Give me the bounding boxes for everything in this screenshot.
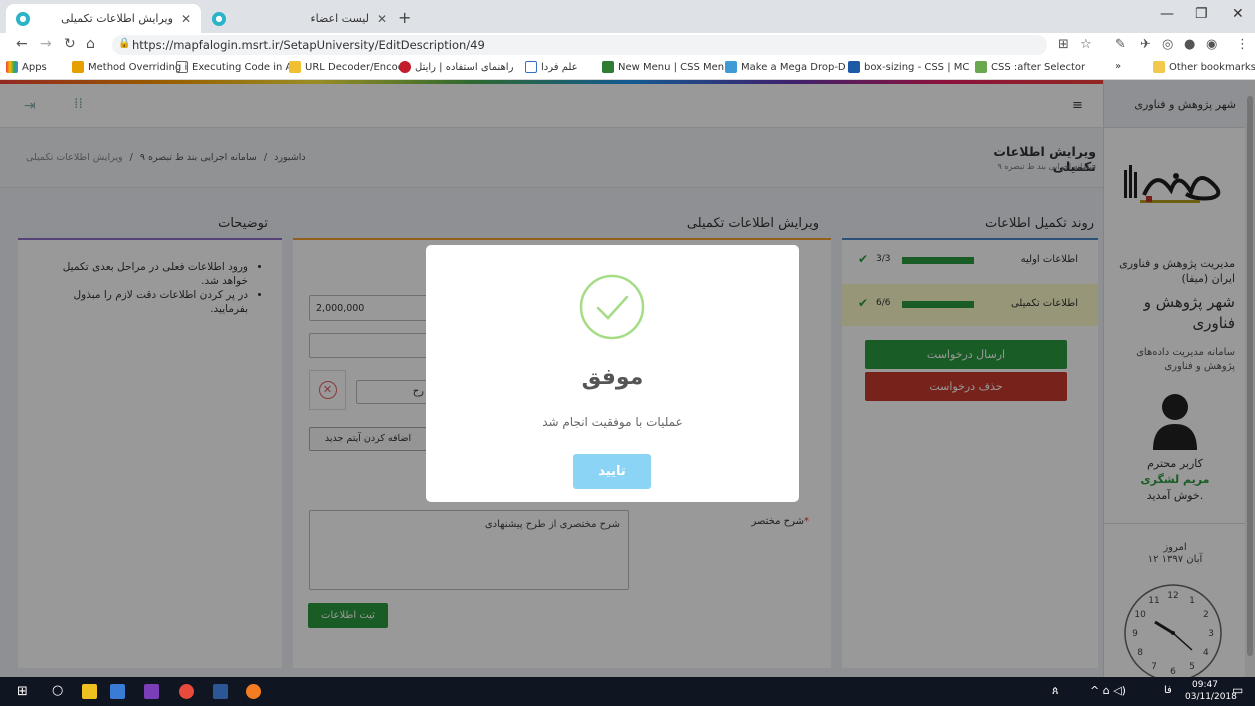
file-explorer-icon[interactable] — [82, 684, 97, 699]
apps-icon — [6, 61, 18, 73]
bookmark-item[interactable]: URL Decoder/Encode — [289, 61, 410, 73]
bookmark-label: Apps — [22, 61, 47, 73]
confirm-button[interactable]: تایید — [573, 454, 651, 489]
firefox-icon[interactable] — [246, 684, 261, 699]
tray-icons[interactable]: ^ ⌂ ◁) — [1090, 684, 1126, 697]
bookmark-label: Method Overriding i — [88, 61, 188, 73]
word-icon[interactable] — [213, 684, 228, 699]
browser-tab-strip: ● ویرایش اطلاعات تکمیلی ✕ ● لیست اعضاء ✕… — [0, 0, 1255, 33]
extension-icon[interactable]: ✈ — [1140, 37, 1151, 52]
taskbar-date: 03/11/2018 — [1185, 692, 1237, 702]
browser-toolbar: ← → ↻ ⌂ https://mapfalogin.msrt.ir/Setap… — [0, 33, 1255, 57]
other-bookmarks-label: Other bookmarks — [1169, 61, 1255, 73]
tab-title: ویرایش اطلاعات تکمیلی — [61, 12, 173, 25]
bookmark-favicon-icon — [848, 61, 860, 73]
bookmark-item[interactable]: علم فردا — [525, 61, 578, 73]
bookmark-favicon-icon — [975, 61, 987, 73]
more-bookmarks-label: » — [1115, 61, 1122, 72]
url-text: https://mapfalogin.msrt.ir/SetapUniversi… — [132, 38, 485, 52]
tab-active[interactable]: ● ویرایش اطلاعات تکمیلی ✕ — [6, 4, 201, 33]
site-favicon-icon: ● — [16, 11, 30, 26]
modal-message: عملیات با موفقیت انجام شد — [542, 415, 683, 429]
bookmark-favicon-icon — [725, 61, 737, 73]
bookmark-label: Make a Mega Drop-D — [741, 61, 846, 73]
maximize-icon[interactable]: ❐ — [1195, 6, 1208, 22]
bookmark-favicon-icon — [602, 61, 614, 73]
bookmark-item[interactable]: Apps — [6, 61, 47, 73]
tab-close-icon[interactable]: ✕ — [377, 12, 387, 26]
other-bookmarks[interactable]: Other bookmarks — [1153, 61, 1255, 73]
tab-close-icon[interactable]: ✕ — [181, 12, 191, 26]
page-icon — [176, 61, 188, 73]
bookmark-item[interactable]: Executing Code in Ac — [176, 61, 298, 73]
chrome-icon[interactable] — [179, 684, 194, 699]
reload-icon[interactable]: ↻ — [64, 36, 76, 52]
extension-icon[interactable]: ● — [1184, 37, 1195, 52]
bookmark-item[interactable]: CSS :after Selector — [975, 61, 1085, 73]
new-tab-icon[interactable]: + — [398, 8, 411, 27]
clock[interactable]: 09:47 03/11/2018 — [1185, 679, 1237, 703]
bookmark-label: علم فردا — [541, 61, 578, 73]
menu-icon[interactable]: ⋮ — [1236, 37, 1249, 52]
bookmark-favicon-icon — [525, 61, 537, 73]
bookmark-item[interactable]: Method Overriding i — [72, 61, 187, 73]
bookmark-item[interactable]: Make a Mega Drop-D — [725, 61, 846, 73]
folder-icon — [1153, 61, 1165, 73]
bookmark-label: New Menu | CSS Men — [618, 61, 725, 73]
bookmark-label: CSS :after Selector — [991, 61, 1086, 73]
address-bar[interactable]: https://mapfalogin.msrt.ir/SetapUniversi… — [112, 35, 1047, 55]
success-check-icon — [579, 274, 645, 340]
success-modal: موفق عملیات با موفقیت انجام شد تایید — [426, 245, 799, 502]
bookmarks-bar: Apps Method Overriding i Executing Code … — [0, 57, 1255, 80]
people-icon[interactable]: ጰ — [1052, 684, 1059, 698]
bookmark-label: Executing Code in Ac — [192, 61, 298, 73]
visual-studio-icon[interactable] — [144, 684, 159, 699]
forward-icon[interactable]: → — [40, 36, 52, 52]
bookmark-item[interactable]: box-sizing - CSS | MC — [848, 61, 969, 73]
bookmark-label: راهنمای استفاده | رایتل — [415, 61, 514, 73]
bookmark-item[interactable]: New Menu | CSS Men — [602, 61, 724, 73]
lock-icon[interactable]: 🔒 — [118, 38, 130, 49]
tab-inactive[interactable]: ● لیست اعضاء ✕ — [202, 4, 397, 33]
taskbar-time: 09:47 — [1192, 680, 1218, 690]
more-bookmarks[interactable]: » — [1115, 61, 1121, 72]
profile-icon[interactable]: ◉ — [1206, 37, 1217, 52]
bookmark-label: box-sizing - CSS | MC — [864, 61, 970, 73]
minimize-icon[interactable]: — — [1160, 6, 1174, 22]
bookmark-favicon-icon — [72, 61, 84, 73]
modal-title: موفق — [581, 365, 644, 390]
home-icon[interactable]: ⌂ — [86, 36, 95, 52]
extension-icon[interactable]: ◎ — [1162, 37, 1173, 52]
search-icon[interactable]: ○ — [52, 683, 63, 698]
notifications-icon[interactable]: ▭ — [1232, 683, 1243, 697]
bookmark-favicon-icon — [399, 61, 411, 73]
bookmark-star-icon[interactable]: ☆ — [1080, 37, 1092, 52]
bookmark-item[interactable]: راهنمای استفاده | رایتل — [399, 61, 513, 73]
tab-title: لیست اعضاء — [310, 12, 369, 25]
back-icon[interactable]: ← — [16, 36, 28, 52]
bookmark-favicon-icon — [289, 61, 301, 73]
translate-icon[interactable]: ⊞ — [1058, 37, 1069, 52]
windows-start-icon[interactable]: ⊞ — [17, 684, 28, 699]
bookmark-label: URL Decoder/Encode — [305, 61, 411, 73]
language-indicator[interactable]: فا — [1164, 685, 1172, 696]
windows-taskbar: ⊞ ○ ጰ ^ ⌂ ◁) فا 09:47 03/11/2018 ▭ — [0, 677, 1255, 706]
app-icon[interactable] — [110, 684, 125, 699]
site-favicon-icon: ● — [212, 11, 226, 26]
extension-icon[interactable]: ✎ — [1115, 37, 1126, 52]
close-window-icon[interactable]: ✕ — [1232, 6, 1244, 22]
